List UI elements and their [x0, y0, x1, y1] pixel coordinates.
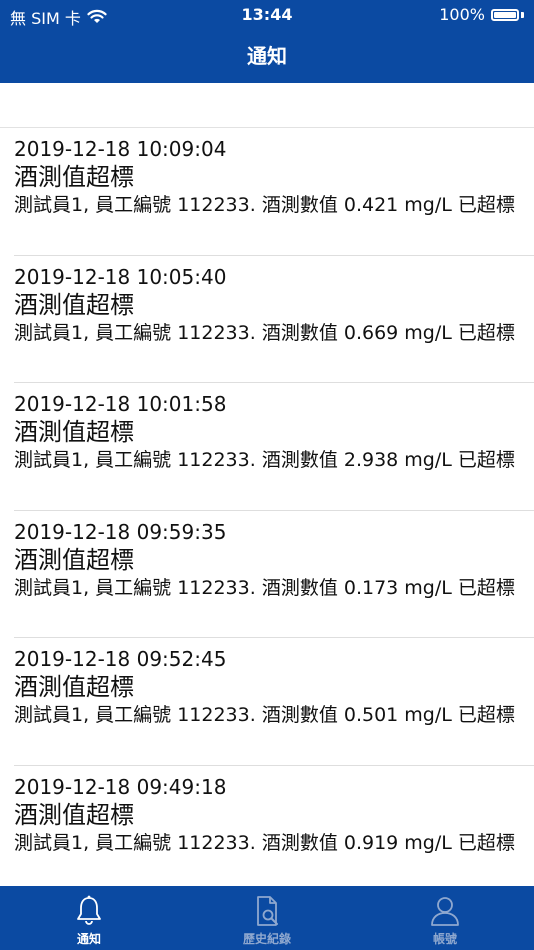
list-item[interactable]: 2019-12-18 09:49:18 酒測值超標 測試員1, 員工編號 112… [0, 766, 534, 887]
battery-icon [491, 8, 519, 21]
person-icon [431, 897, 459, 926]
notification-body: 測試員1, 員工編號 112233. 酒測數值 0.669 mg/L 已超標 [14, 321, 515, 344]
notification-title: 酒測值超標 [14, 800, 134, 829]
tab-label: 歷史紀錄 [242, 932, 291, 946]
notification-title: 酒測值超標 [14, 290, 134, 319]
notification-time: 2019-12-18 10:05:40 [14, 264, 227, 289]
tab-account[interactable]: 帳號 [356, 886, 534, 950]
app-header: 無 SIM 卡 13:44 100% 通知 [0, 0, 534, 83]
notification-time: 2019-12-18 09:49:18 [14, 774, 227, 799]
list-header-spacer [0, 83, 534, 128]
page-title: 通知 [247, 44, 287, 68]
list-item[interactable]: 2019-12-18 10:05:40 酒測值超標 測試員1, 員工編號 112… [0, 256, 534, 384]
notification-time: 2019-12-18 10:09:04 [14, 137, 227, 161]
battery-percent: 100% [439, 5, 485, 24]
status-bar: 無 SIM 卡 13:44 100% [0, 0, 534, 30]
notification-time: 2019-12-18 10:01:58 [14, 392, 227, 416]
notification-body: 測試員1, 員工編號 112233. 酒測數值 0.501 mg/L 已超標 [14, 704, 515, 726]
tab-label: 通知 [76, 932, 101, 946]
notification-body: 測試員1, 員工編號 112233. 酒測數值 0.919 mg/L 已超標 [14, 831, 515, 854]
battery-tip [521, 11, 524, 18]
notification-time: 2019-12-18 09:52:45 [14, 647, 227, 671]
bell-icon [77, 895, 101, 925]
battery-fill [494, 11, 516, 18]
list-item[interactable]: 2019-12-18 10:01:58 酒測值超標 測試員1, 員工編號 112… [0, 383, 534, 511]
document-search-icon [257, 896, 278, 926]
notification-title: 酒測值超標 [14, 418, 134, 446]
notification-body: 測試員1, 員工編號 112233. 酒測數值 0.421 mg/L 已超標 [14, 194, 515, 216]
notification-title: 酒測值超標 [14, 545, 134, 574]
tab-label: 帳號 [432, 932, 457, 946]
tab-history[interactable]: 歷史紀錄 [178, 886, 356, 950]
list-item[interactable]: 2019-12-18 09:52:45 酒測值超標 測試員1, 員工編號 112… [0, 638, 534, 766]
notification-list[interactable]: 2019-12-18 10:09:04 酒測值超標 測試員1, 員工編號 112… [0, 128, 534, 886]
list-item[interactable]: 2019-12-18 09:59:35 酒測值超標 測試員1, 員工編號 112… [0, 511, 534, 639]
list-item[interactable]: 2019-12-18 10:09:04 酒測值超標 測試員1, 員工編號 112… [0, 128, 534, 256]
notification-title: 酒測值超標 [14, 673, 134, 701]
notification-time: 2019-12-18 09:59:35 [14, 519, 227, 544]
notification-body: 測試員1, 員工編號 112233. 酒測數值 2.938 mg/L 已超標 [14, 449, 515, 471]
status-right: 100% [439, 5, 524, 24]
tab-notifications[interactable]: 通知 [0, 886, 178, 950]
notification-body: 測試員1, 員工編號 112233. 酒測數值 0.173 mg/L 已超標 [14, 576, 515, 599]
notification-title: 酒測值超標 [14, 163, 134, 191]
tab-bar: 通知 歷史紀錄 帳號 [0, 886, 534, 950]
